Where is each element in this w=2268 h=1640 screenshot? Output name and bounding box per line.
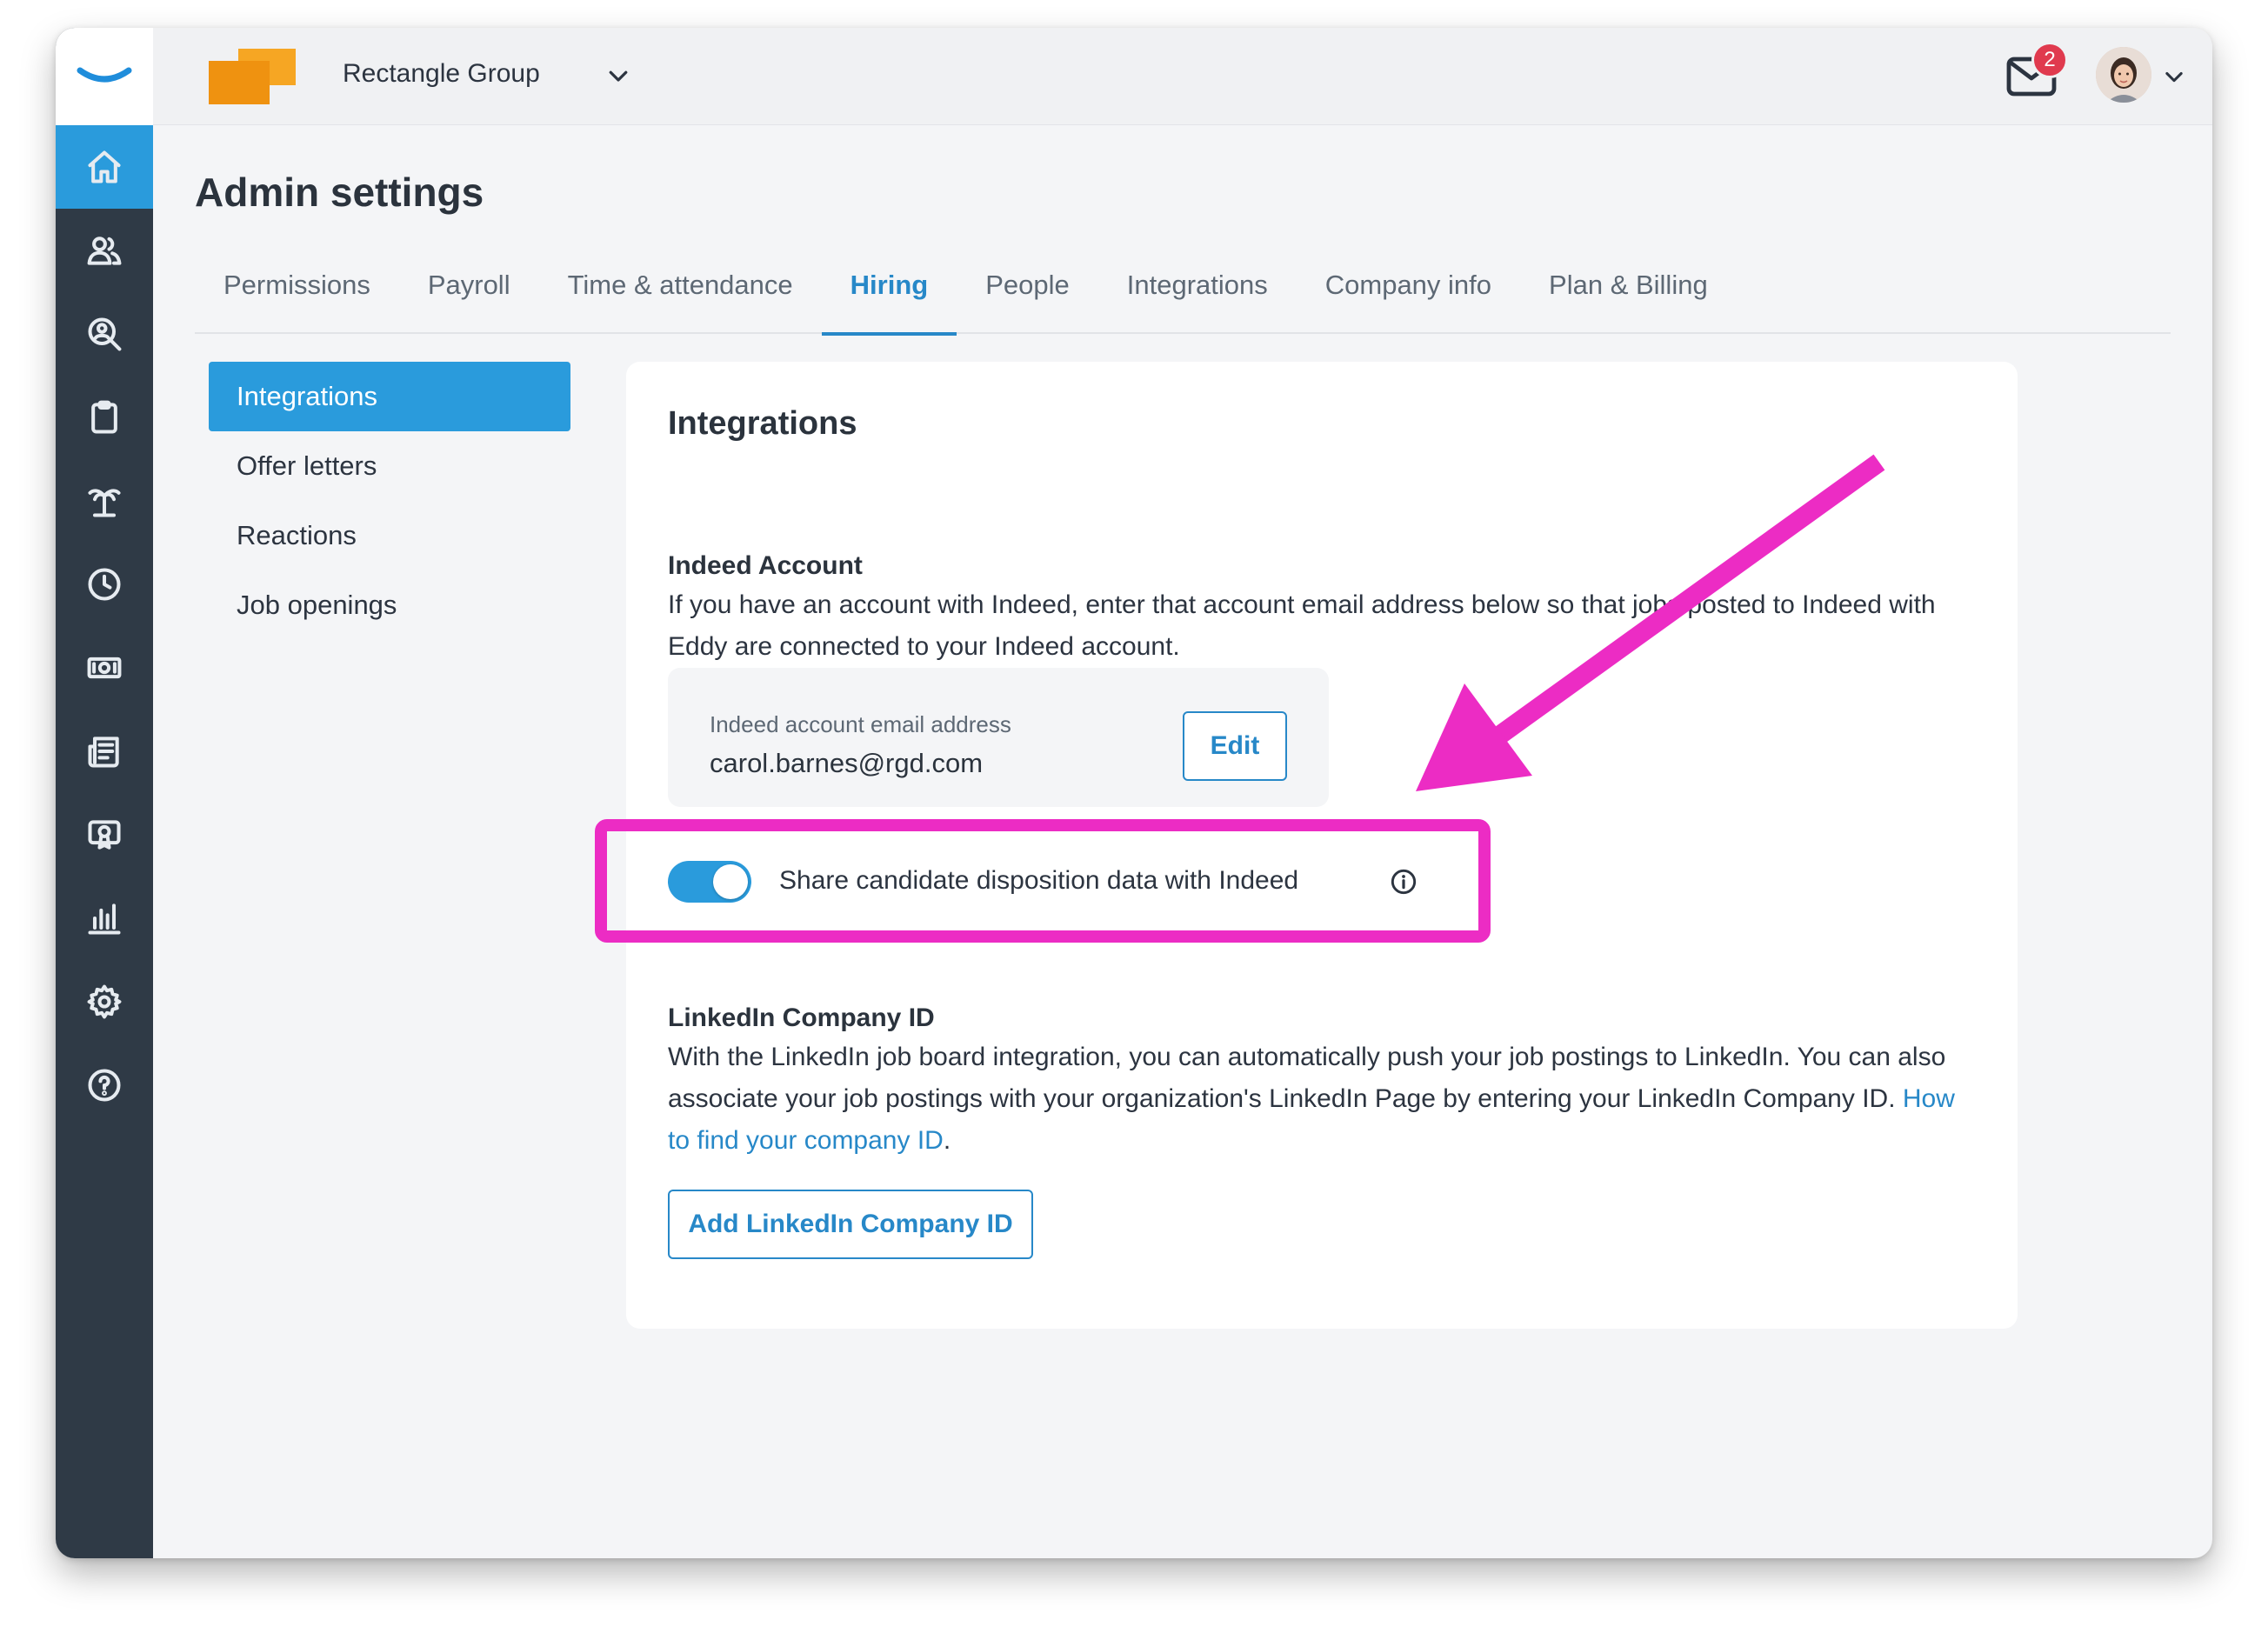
rail-people[interactable]	[56, 209, 153, 292]
rail-reports[interactable]	[56, 877, 153, 960]
tab-time-attendance[interactable]: Time & attendance	[539, 237, 822, 334]
top-bar: Rectangle Group 2	[153, 28, 2212, 125]
gear-icon	[87, 984, 122, 1019]
subnav-reactions[interactable]: Reactions	[209, 501, 570, 570]
left-rail	[56, 28, 153, 1558]
linkedin-description-text: With the LinkedIn job board integration,…	[668, 1043, 1946, 1113]
page-title: Admin settings	[195, 170, 484, 215]
company-logo-icon	[209, 49, 296, 104]
certificate-icon	[88, 820, 121, 850]
edit-button[interactable]: Edit	[1183, 711, 1287, 781]
clock-icon	[88, 568, 121, 601]
newspaper-icon	[88, 737, 119, 768]
bar-chart-icon	[88, 903, 121, 935]
rail-recruiting[interactable]	[56, 292, 153, 376]
tab-payroll[interactable]: Payroll	[399, 237, 539, 334]
smile-logo-icon	[77, 67, 132, 83]
rail-tasks[interactable]	[56, 376, 153, 459]
rail-home[interactable]	[56, 125, 153, 209]
money-icon	[87, 657, 122, 679]
company-switcher[interactable]: Rectangle Group	[343, 59, 540, 89]
settings-tabs: Permissions Payroll Time & attendance Hi…	[195, 237, 2171, 336]
tab-company-info[interactable]: Company info	[1297, 237, 1520, 334]
annotation-highlight-box	[595, 819, 1491, 943]
rail-help[interactable]	[56, 1043, 153, 1127]
chevron-down-icon[interactable]	[605, 63, 631, 89]
subnav-integrations[interactable]: Integrations	[209, 362, 570, 431]
subnav-offer-letters[interactable]: Offer letters	[209, 431, 570, 501]
rail-benefits[interactable]	[56, 793, 153, 877]
tab-integrations[interactable]: Integrations	[1098, 237, 1297, 334]
email-label: Indeed account email address	[710, 711, 1011, 737]
user-avatar-icon	[2096, 47, 2151, 103]
tab-plan-billing[interactable]: Plan & Billing	[1520, 237, 1737, 334]
card-title: Integrations	[668, 405, 857, 442]
indeed-email-box: Indeed account email address carol.barne…	[668, 668, 1329, 807]
hiring-subnav: Integrations Offer letters Reactions Job…	[209, 362, 570, 640]
tab-hiring[interactable]: Hiring	[821, 237, 957, 336]
help-icon	[88, 1069, 121, 1102]
rail-documents[interactable]	[56, 710, 153, 793]
subnav-job-openings[interactable]: Job openings	[209, 570, 570, 640]
app-window: Rectangle Group 2 Admin settings Permiss…	[56, 28, 2212, 1558]
notification-badge: 2	[2031, 42, 2068, 78]
avatar[interactable]	[2096, 47, 2151, 103]
person-search-icon	[88, 317, 122, 351]
indeed-description: If you have an account with Indeed, ente…	[668, 590, 1936, 661]
palm-tree-icon	[88, 489, 121, 517]
add-linkedin-company-id-button[interactable]: Add LinkedIn Company ID	[668, 1190, 1033, 1259]
email-value: carol.barnes@rgd.com	[710, 748, 984, 778]
tab-people[interactable]: People	[957, 237, 1098, 334]
chevron-down-icon[interactable]	[2162, 64, 2186, 89]
app-logo[interactable]	[56, 28, 153, 125]
home-icon	[88, 150, 121, 183]
rail-settings[interactable]	[56, 960, 153, 1043]
clipboard-icon	[91, 400, 117, 434]
linkedin-section-title: LinkedIn Company ID	[668, 1003, 935, 1032]
tab-permissions[interactable]: Permissions	[195, 237, 399, 334]
people-icon	[87, 237, 122, 265]
rail-time-off[interactable]	[56, 459, 153, 543]
indeed-section-title: Indeed Account	[668, 551, 863, 580]
rail-payroll[interactable]	[56, 626, 153, 710]
rail-time[interactable]	[56, 543, 153, 626]
linkedin-description: With the LinkedIn job board integration,…	[668, 1043, 1955, 1155]
